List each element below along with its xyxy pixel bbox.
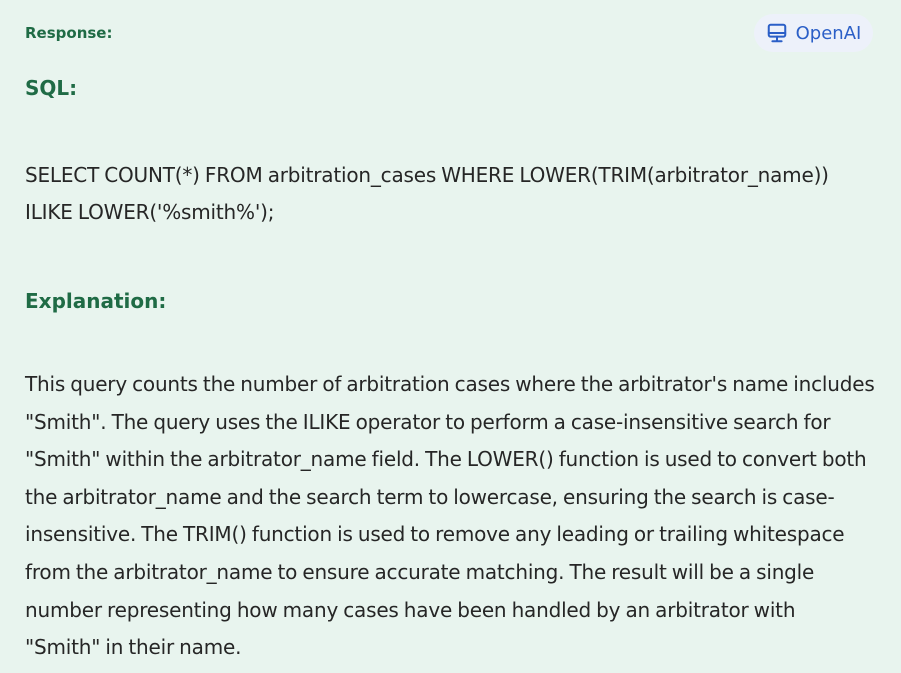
openai-provider-badge[interactable]: OpenAI [754, 14, 873, 52]
response-label: Response: [25, 24, 113, 42]
provider-name: OpenAI [795, 22, 862, 44]
monitor-icon [766, 22, 788, 44]
sql-query-text: SELECT COUNT(*) FROM arbitration_cases W… [25, 163, 829, 224]
explanation-heading: Explanation: [25, 289, 167, 313]
sql-heading: SQL: [25, 76, 78, 100]
explanation-text: This query counts the number of arbitrat… [25, 372, 875, 660]
response-panel: Response: OpenAI SQL: SELECT COUNT(*) FR… [0, 0, 901, 673]
